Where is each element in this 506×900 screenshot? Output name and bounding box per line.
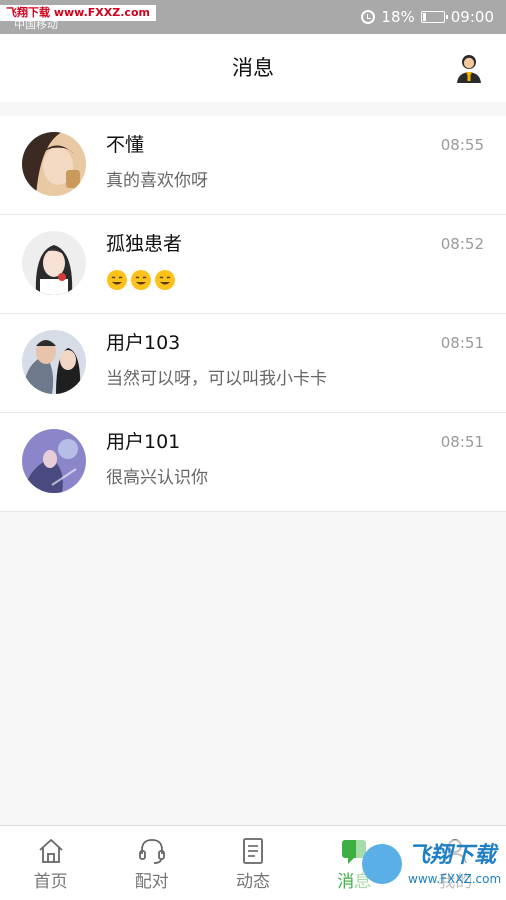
- nav-label: 配对: [134, 872, 169, 892]
- conversation-row[interactable]: 用户103 当然可以呀，可以叫我小卡卡 08:51: [0, 314, 506, 413]
- messages-screen: 飞翔下载 www.FXXZ.com 中国移动 18% 09:00 消息 不懂 真…: [0, 0, 506, 900]
- app-header: 消息: [0, 34, 506, 102]
- contact-name: 用户101: [106, 431, 181, 453]
- message-time: 08:51: [440, 433, 484, 451]
- watermark-brand: 飞翔下载: [408, 843, 497, 868]
- battery-icon: [420, 11, 448, 23]
- conversation-row[interactable]: 用户101 很高兴认识你 08:51: [0, 413, 506, 512]
- message-preview: 真的喜欢你呀: [106, 171, 208, 191]
- grinning-face-icon: [107, 270, 127, 290]
- grinning-face-icon: [155, 270, 175, 290]
- conversation-row[interactable]: 不懂 真的喜欢你呀 08:55: [0, 116, 506, 215]
- watermark-logo-icon: [362, 844, 402, 884]
- message-time: 08:55: [440, 136, 484, 154]
- nav-item-match[interactable]: 配对: [101, 826, 202, 900]
- grinning-face-icon: [131, 270, 151, 290]
- status-bar: 飞翔下载 www.FXXZ.com 中国移动 18% 09:00: [0, 0, 506, 34]
- page-title: 消息: [232, 56, 274, 80]
- document-icon: [243, 838, 263, 864]
- conversation-row[interactable]: 孤独患者 08:52: [0, 215, 506, 314]
- carrier-label: 中国移动: [14, 18, 58, 31]
- watermark-url: www.FXXZ.com: [408, 872, 502, 886]
- avatar: [22, 429, 86, 493]
- nav-item-home[interactable]: 首页: [0, 826, 101, 900]
- headset-icon: [138, 839, 165, 864]
- nav-item-moments[interactable]: 动态: [202, 826, 303, 900]
- contact-name: 孤独患者: [106, 233, 183, 255]
- site-watermark: 飞翔下载 www.FXXZ.com: [356, 840, 506, 894]
- header-spacer: [0, 102, 506, 116]
- clock: 09:00: [450, 8, 494, 26]
- status-indicators: 18% 09:00: [361, 6, 494, 28]
- nav-label: 首页: [33, 872, 68, 892]
- message-preview: [106, 267, 178, 293]
- message-time: 08:51: [440, 334, 484, 352]
- avatar: [22, 132, 86, 196]
- message-preview: 当然可以呀，可以叫我小卡卡: [106, 369, 327, 389]
- message-time: 08:52: [440, 235, 484, 253]
- alarm-icon: [361, 10, 376, 24]
- contact-name: 用户103: [106, 332, 181, 354]
- avatar: [22, 330, 86, 394]
- home-icon: [38, 839, 63, 863]
- message-preview: 很高兴认识你: [106, 468, 208, 488]
- contact-name: 不懂: [106, 134, 145, 156]
- avatar: [22, 231, 86, 295]
- customer-service-icon[interactable]: [454, 52, 484, 84]
- message-list: 不懂 真的喜欢你呀 08:55 孤独患者 08:52 用户103 当然可以呀，可…: [0, 116, 506, 512]
- nav-label: 动态: [236, 872, 270, 892]
- battery-percent: 18%: [381, 8, 415, 26]
- battery-level: [422, 13, 426, 21]
